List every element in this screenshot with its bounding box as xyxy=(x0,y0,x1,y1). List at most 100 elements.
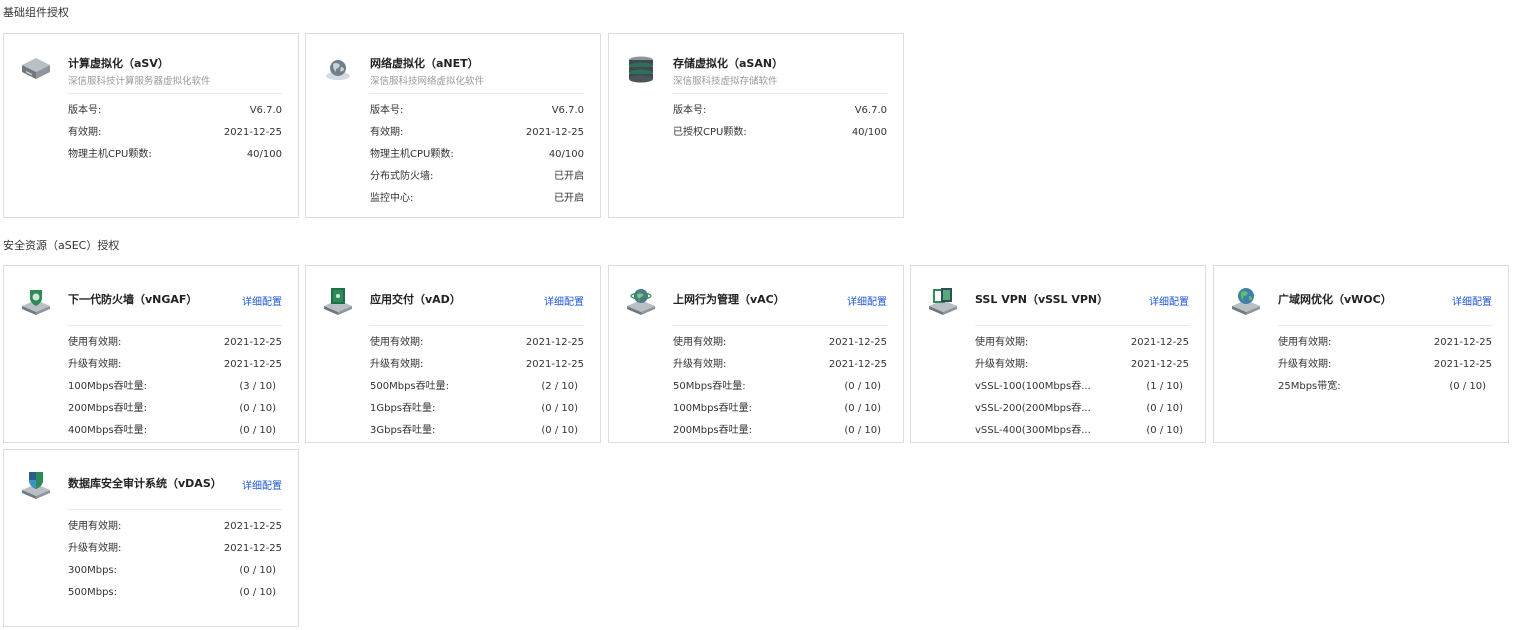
row-label: 100Mbps吞吐量: xyxy=(68,381,147,392)
row-value: 2021-12-25 xyxy=(223,543,282,554)
info-row-throughput: 300Mbps: (0 / 10) xyxy=(68,560,282,582)
card-description: 深信服科技虚拟存储软件 xyxy=(673,76,778,87)
row-label: 300Mbps: xyxy=(68,565,117,576)
info-row-use-expiry: 使用有效期: 2021-12-25 xyxy=(68,516,282,538)
row-value: (0 / 10) xyxy=(844,381,881,392)
row-label: 物理主机CPU颗数: xyxy=(370,149,454,160)
info-row-cpu: 物理主机CPU颗数: 40/100 xyxy=(370,144,584,166)
info-row-upgrade-expiry: 升级有效期: 2021-12-25 xyxy=(673,354,887,376)
row-label: 版本号: xyxy=(68,105,102,116)
row-value: 2021-12-25 xyxy=(525,359,584,370)
detail-config-link[interactable]: 详细配置 xyxy=(847,293,887,308)
globe-icon xyxy=(322,54,354,84)
card-vdas: 数据库安全审计系统（vDAS） 详细配置 使用有效期: 2021-12-25 升级… xyxy=(3,449,299,627)
row-label: 使用有效期: xyxy=(975,337,1029,348)
row-label: 监控中心: xyxy=(370,193,414,204)
card-asv: 计算虚拟化（aSV） 深信服科技计算服务器虚拟化软件 版本号: V6.7.0 有效… xyxy=(3,33,299,218)
info-row-upgrade-expiry: 升级有效期: 2021-12-25 xyxy=(68,354,282,376)
info-row-license-tier: vSSL-200(200Mbps吞... (0 / 10) xyxy=(975,398,1189,420)
row-value: (0 / 10) xyxy=(239,587,276,598)
row-value: 40/100 xyxy=(246,149,282,160)
info-row-version: 版本号: V6.7.0 xyxy=(370,100,584,122)
detail-config-link[interactable]: 详细配置 xyxy=(242,293,282,308)
row-label: 500Mbps: xyxy=(68,587,117,598)
detail-config-link[interactable]: 详细配置 xyxy=(1149,293,1189,308)
info-row-cpu: 物理主机CPU颗数: 40/100 xyxy=(68,144,282,166)
info-row-use-expiry: 使用有效期: 2021-12-25 xyxy=(673,332,887,354)
info-row-license-tier: vSSL-400(300Mbps吞... (0 / 10) xyxy=(975,420,1189,442)
section-title-basic: 基础组件授权 xyxy=(3,6,69,19)
row-label: 升级有效期: xyxy=(673,359,727,370)
row-value: 2021-12-25 xyxy=(1130,337,1189,348)
card-title: 应用交付（vAD） xyxy=(370,293,461,306)
row-label: 分布式防火墙: xyxy=(370,171,434,182)
row-value: (0 / 10) xyxy=(239,425,276,436)
row-value: (0 / 10) xyxy=(1449,381,1486,392)
card-title: 下一代防火墙（vNGAF） xyxy=(68,293,198,306)
row-value: (0 / 10) xyxy=(541,403,578,414)
database-icon xyxy=(625,54,657,84)
detail-config-link[interactable]: 详细配置 xyxy=(544,293,584,308)
info-row-use-expiry: 使用有效期: 2021-12-25 xyxy=(370,332,584,354)
vpn-icon xyxy=(927,286,959,316)
card-title: 广域网优化（vWOC） xyxy=(1278,293,1392,306)
row-value: 2021-12-25 xyxy=(1130,359,1189,370)
row-value: (0 / 10) xyxy=(239,403,276,414)
row-value: 已开启 xyxy=(554,171,584,182)
row-value: (3 / 10) xyxy=(239,381,276,392)
info-row-throughput: 500Mbps吞吐量: (2 / 10) xyxy=(370,376,584,398)
row-label: 使用有效期: xyxy=(1278,337,1332,348)
row-value: 2021-12-25 xyxy=(828,359,887,370)
card-vac: 上网行为管理（vAC） 详细配置 使用有效期: 2021-12-25 升级有效期:… xyxy=(608,265,904,443)
info-row-expiry: 有效期: 2021-12-25 xyxy=(68,122,282,144)
row-value: (0 / 10) xyxy=(844,403,881,414)
row-value: 2021-12-25 xyxy=(828,337,887,348)
row-label: 1Gbps吞吐量: xyxy=(370,403,436,414)
section-title-security: 安全资源（aSEC）授权 xyxy=(3,239,120,252)
behavior-management-icon xyxy=(625,286,657,316)
row-value: (0 / 10) xyxy=(844,425,881,436)
row-label: 升级有效期: xyxy=(975,359,1029,370)
info-row-upgrade-expiry: 升级有效期: 2021-12-25 xyxy=(370,354,584,376)
detail-config-link[interactable]: 详细配置 xyxy=(242,477,282,492)
info-row-use-expiry: 使用有效期: 2021-12-25 xyxy=(1278,332,1492,354)
row-label: 50Mbps吞吐量: xyxy=(673,381,746,392)
card-title: 存储虚拟化（aSAN） xyxy=(673,57,784,70)
info-row-throughput: 3Gbps吞吐量: (0 / 10) xyxy=(370,420,584,442)
info-row-throughput: 200Mbps吞吐量: (0 / 10) xyxy=(68,398,282,420)
row-label: 使用有效期: xyxy=(673,337,727,348)
row-label: 200Mbps吞吐量: xyxy=(68,403,147,414)
info-row-version: 版本号: V6.7.0 xyxy=(68,100,282,122)
info-row-throughput: 500Mbps: (0 / 10) xyxy=(68,582,282,604)
info-row-throughput: 1Gbps吞吐量: (0 / 10) xyxy=(370,398,584,420)
info-row-throughput: 100Mbps吞吐量: (3 / 10) xyxy=(68,376,282,398)
card-description: 深信服科技计算服务器虚拟化软件 xyxy=(68,76,211,87)
detail-config-link[interactable]: 详细配置 xyxy=(1452,293,1492,308)
row-value: 2021-12-25 xyxy=(223,337,282,348)
info-row-version: 版本号: V6.7.0 xyxy=(673,100,887,122)
row-value: 2021-12-25 xyxy=(223,359,282,370)
database-audit-icon xyxy=(20,470,52,500)
row-label: 已授权CPU颗数: xyxy=(673,127,747,138)
row-label: 升级有效期: xyxy=(1278,359,1332,370)
row-label: 有效期: xyxy=(370,127,404,138)
row-value: 40/100 xyxy=(851,127,887,138)
row-value: (2 / 10) xyxy=(541,381,578,392)
row-label: 200Mbps吞吐量: xyxy=(673,425,752,436)
firewall-icon xyxy=(20,286,52,316)
card-asan: 存储虚拟化（aSAN） 深信服科技虚拟存储软件 版本号: V6.7.0 已授权CP… xyxy=(608,33,904,218)
row-value: V6.7.0 xyxy=(551,105,584,116)
info-row-cpu: 已授权CPU颗数: 40/100 xyxy=(673,122,887,144)
row-label: vSSL-100(100Mbps吞... xyxy=(975,381,1091,392)
info-row-upgrade-expiry: 升级有效期: 2021-12-25 xyxy=(975,354,1189,376)
row-value: 2021-12-25 xyxy=(1433,359,1492,370)
info-row-throughput: 100Mbps吞吐量: (0 / 10) xyxy=(673,398,887,420)
row-label: 有效期: xyxy=(68,127,102,138)
row-label: 使用有效期: xyxy=(68,521,122,532)
card-vssl-vpn: SSL VPN（vSSL VPN） 详细配置 使用有效期: 2021-12-25 … xyxy=(910,265,1206,443)
row-label: 100Mbps吞吐量: xyxy=(673,403,752,414)
row-label: 版本号: xyxy=(673,105,707,116)
row-label: 升级有效期: xyxy=(68,359,122,370)
info-row-throughput: 400Mbps吞吐量: (0 / 10) xyxy=(68,420,282,442)
row-value: 2021-12-25 xyxy=(1433,337,1492,348)
